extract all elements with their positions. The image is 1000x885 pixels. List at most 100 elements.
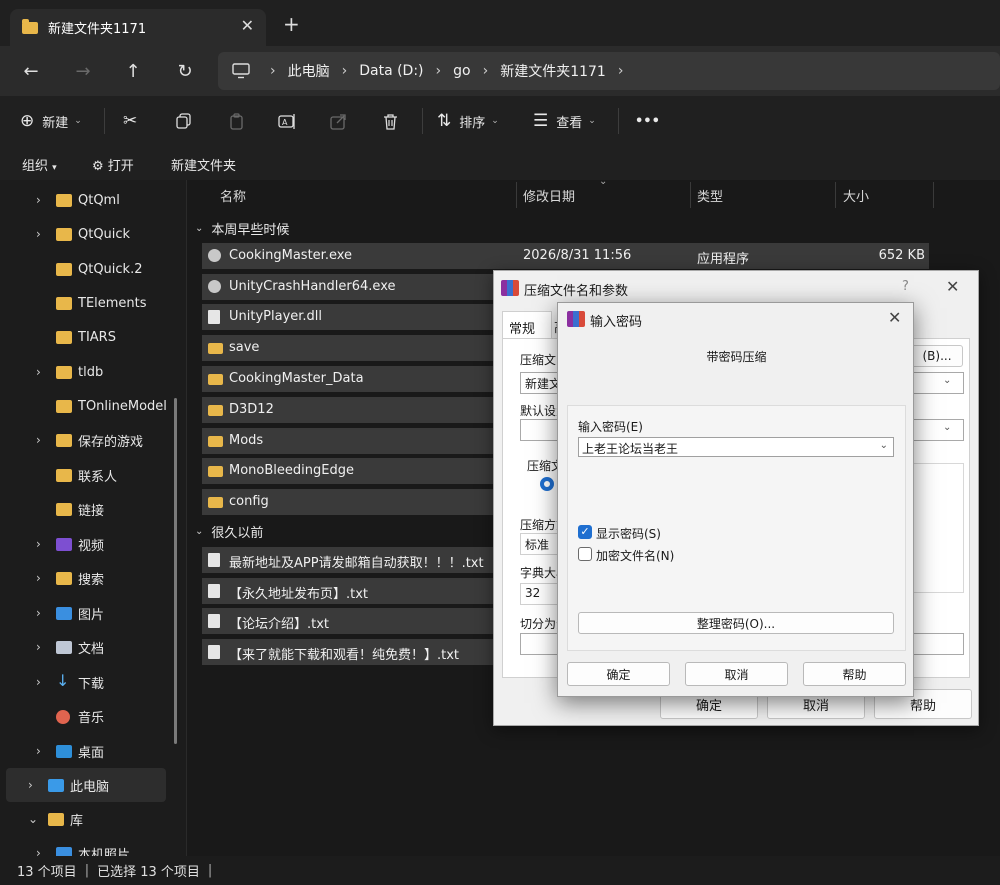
sidebar-item[interactable]: QtQuick.2 [6,252,166,286]
new-tab-button[interactable]: + [283,12,300,36]
share-button[interactable] [330,109,347,133]
group-header-old[interactable]: ⌄ 很久以前 [195,522,263,541]
view-button[interactable]: ☰ 查看 ⌄ [533,109,596,133]
help-icon[interactable]: ? [902,279,909,294]
sidebar-item[interactable]: ⌄ 库 [6,802,166,836]
browse-button[interactable]: (B)... [911,345,963,367]
file-name: CookingMaster.exe [229,248,353,263]
sidebar-item-label: 联系人 [78,469,118,485]
show-password-checkbox[interactable]: ✓ [578,525,592,539]
encrypt-filenames-checkbox[interactable] [578,547,592,561]
breadcrumb-go[interactable]: go [453,63,470,79]
delete-button[interactable] [382,109,399,133]
sidebar-item[interactable]: › QtQuick [6,217,166,251]
sidebar-item[interactable]: › 保存的游戏 [6,423,166,457]
chevron-down-icon[interactable]: ⌄ [28,812,38,826]
chevron-right-icon[interactable]: › [618,63,624,79]
column-separator[interactable] [835,182,836,208]
sidebar-item[interactable]: › ↓ 下载 [6,665,166,699]
chevron-right-icon[interactable]: › [36,640,41,654]
sidebar-item[interactable]: › 图片 [6,596,166,630]
refresh-button[interactable]: ↻ [171,57,199,85]
address-bar[interactable]: › 此电脑 › Data (D:) › go › 新建文件夹1171 › [218,52,1000,90]
file-name: UnityPlayer.dll [229,309,323,324]
open-button[interactable]: ⚙ 打开 [92,155,134,174]
organize-passwords-button[interactable]: 整理密码(O)... [578,612,894,634]
folder-icon [56,469,72,482]
folder-icon [56,503,72,516]
chevron-right-icon[interactable]: › [36,227,41,241]
column-separator[interactable] [690,182,691,208]
open-app-icon: ⚙ [92,159,104,174]
sidebar-item[interactable]: › tldb [6,355,166,389]
group-header-recent[interactable]: ⌄ 本周早些时候 [195,219,289,238]
dll-icon [208,310,220,324]
column-separator[interactable] [516,182,517,208]
rar-format-radio[interactable] [540,477,554,491]
back-button[interactable]: ← [17,57,45,85]
trash-icon [384,113,397,130]
dialog-heading: 带密码压缩 [706,350,767,364]
new-folder-button[interactable]: 新建文件夹 [171,155,236,174]
rename-button[interactable]: A [278,109,297,133]
chevron-right-icon[interactable]: › [36,193,41,207]
cancel-button[interactable]: 取消 [685,662,788,686]
column-name[interactable]: 名称 [220,180,246,210]
close-icon[interactable]: ✕ [888,308,901,327]
tab-current-folder[interactable]: 新建文件夹1171 ✕ [10,9,266,46]
breadcrumb-data-drive[interactable]: Data (D:) [359,63,423,79]
split-volumes-unit[interactable] [911,633,964,655]
show-password-label[interactable]: 显示密码(S) [596,525,661,542]
sidebar-item[interactable]: › 本机照片 [6,836,166,856]
breadcrumb-current-folder[interactable]: 新建文件夹1171 [500,61,606,81]
help-button[interactable]: 帮助 [803,662,906,686]
sidebar-item[interactable]: › QtQml [6,183,166,217]
new-button[interactable]: ⊕ 新建 ⌄ [20,109,82,133]
sidebar-item[interactable]: › 文档 [6,630,166,664]
sidebar-item-label: 搜索 [78,572,105,588]
sidebar-item[interactable]: › 此电脑 [6,768,166,802]
chevron-right-icon[interactable]: › [36,571,41,585]
sidebar-item[interactable]: TIARS [6,320,166,354]
forward-button[interactable]: → [69,57,97,85]
sort-button[interactable]: ⇅ 排序 ⌄ [437,109,499,133]
sidebar-item[interactable]: › 搜索 [6,561,166,595]
paste-button[interactable] [228,109,245,133]
ok-button[interactable]: 确定 [567,662,670,686]
copy-button[interactable] [175,109,192,133]
chevron-right-icon[interactable]: › [36,606,41,620]
sidebar-item[interactable]: 音乐 [6,699,166,733]
column-date-modified[interactable]: 修改日期 [523,180,575,210]
music-icon [56,710,70,724]
sidebar-item[interactable]: 链接 [6,492,166,526]
sidebar-item[interactable]: › 桌面 [6,734,166,768]
chevron-down-icon: ⌄ [943,422,952,433]
sidebar-scrollbar[interactable] [174,398,177,744]
close-tab-icon[interactable]: ✕ [241,16,254,35]
chevron-right-icon[interactable]: › [36,846,41,856]
column-type[interactable]: 类型 [697,180,723,210]
tab-general[interactable]: 常规 [502,311,552,339]
file-row[interactable]: CookingMaster.exe 2026/8/31 11:56 应用程序 652 … [202,243,929,269]
column-size[interactable]: 大小 [843,180,869,210]
chevron-right-icon[interactable]: › [36,675,41,689]
chevron-down-icon[interactable]: ⌄ [880,440,888,451]
sidebar-item[interactable]: TElements [6,286,166,320]
sidebar-item[interactable]: › 视频 [6,527,166,561]
chevron-right-icon[interactable]: › [36,365,41,379]
cut-button[interactable]: ✂ [123,109,137,133]
chevron-right-icon[interactable]: › [28,778,33,792]
organize-menu[interactable]: 组织 ▾ [22,155,57,174]
chevron-right-icon[interactable]: › [36,433,41,447]
chevron-right-icon[interactable]: › [36,744,41,758]
column-separator[interactable] [933,182,934,208]
sidebar-item[interactable]: TOnlineModel [6,389,167,423]
sidebar-item[interactable]: 联系人 [6,458,166,492]
more-options-button[interactable]: ••• [635,109,660,133]
password-input[interactable]: 上老王论坛当老王 ⌄ [578,437,894,457]
breadcrumb-this-pc[interactable]: 此电脑 [288,61,330,81]
chevron-right-icon[interactable]: › [36,537,41,551]
close-icon[interactable]: ✕ [946,277,959,296]
encrypt-filenames-label[interactable]: 加密文件名(N) [596,547,674,564]
up-button[interactable]: ↑ [119,57,147,85]
